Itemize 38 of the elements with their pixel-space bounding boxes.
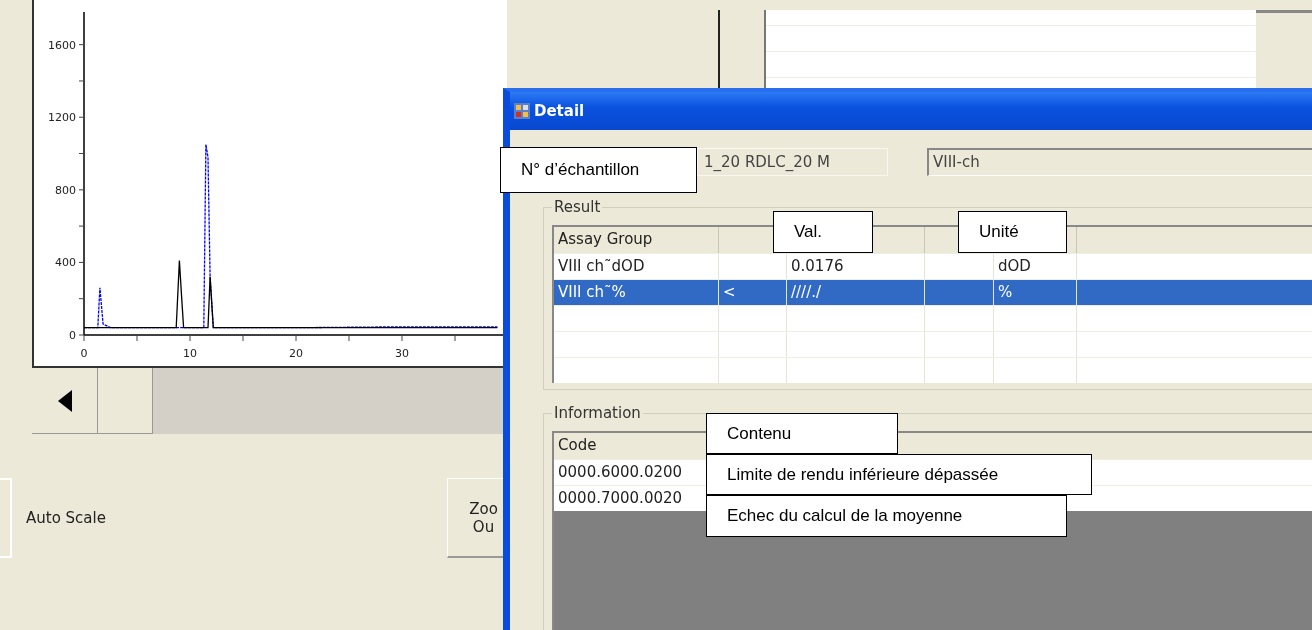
table-row[interactable]: VIII ch˜% < ////./ % xyxy=(554,279,1312,305)
x-tick-label: 10 xyxy=(183,347,197,360)
left-arrow-icon xyxy=(57,389,72,412)
table-cell: 0000.7000.0020 xyxy=(558,489,683,507)
x-tick-label: 30 xyxy=(395,347,409,360)
table-cell: ////./ xyxy=(791,283,822,301)
scroll-left-button[interactable] xyxy=(32,368,98,434)
channel-field[interactable]: VIII-ch xyxy=(927,148,1312,176)
annotation-label: Echec du calcul de la moyenne xyxy=(706,495,1067,537)
table-cell: VIII ch˜% xyxy=(558,283,626,301)
table-cell: dOD xyxy=(998,257,1031,275)
horizontal-scrollbar[interactable] xyxy=(32,368,505,434)
scroll-thumb[interactable] xyxy=(98,368,153,434)
sample-number-field[interactable]: 1_20 RDLC_20 M xyxy=(697,148,888,176)
table-cell: < xyxy=(723,283,736,301)
auto-scale-label: Auto Scale xyxy=(26,509,106,527)
window-icon xyxy=(514,103,530,119)
group-legend: Information xyxy=(552,404,643,422)
x-tick-label: 0 xyxy=(80,347,88,360)
y-tick-label: 1200 xyxy=(48,111,76,125)
annotation-label: Val. xyxy=(773,211,873,253)
y-tick-label: 400 xyxy=(55,256,76,270)
annotation-label: Unité xyxy=(958,211,1067,253)
x-tick-label: 20 xyxy=(289,347,303,360)
table-cell: 0.0176 xyxy=(791,257,844,275)
annotation-label: Limite de rendu inférieure dépassée xyxy=(706,454,1092,495)
window-title: Detail xyxy=(534,102,585,120)
table-cell: % xyxy=(998,283,1013,301)
table-cell: 0000.6000.0200 xyxy=(558,463,683,481)
y-tick-label: 800 xyxy=(55,183,76,197)
option-box[interactable] xyxy=(0,478,12,558)
table-cell: VIII ch˜dOD xyxy=(558,257,645,275)
annotation-label: Contenu xyxy=(706,413,898,454)
zoom-out-button[interactable]: Zoo Ou xyxy=(447,478,505,558)
annotation-label: N° d’échantillon xyxy=(500,147,697,193)
group-legend: Result xyxy=(552,198,603,216)
y-tick-label: 1600 xyxy=(48,38,76,52)
y-tick-label: 0 xyxy=(69,329,76,342)
